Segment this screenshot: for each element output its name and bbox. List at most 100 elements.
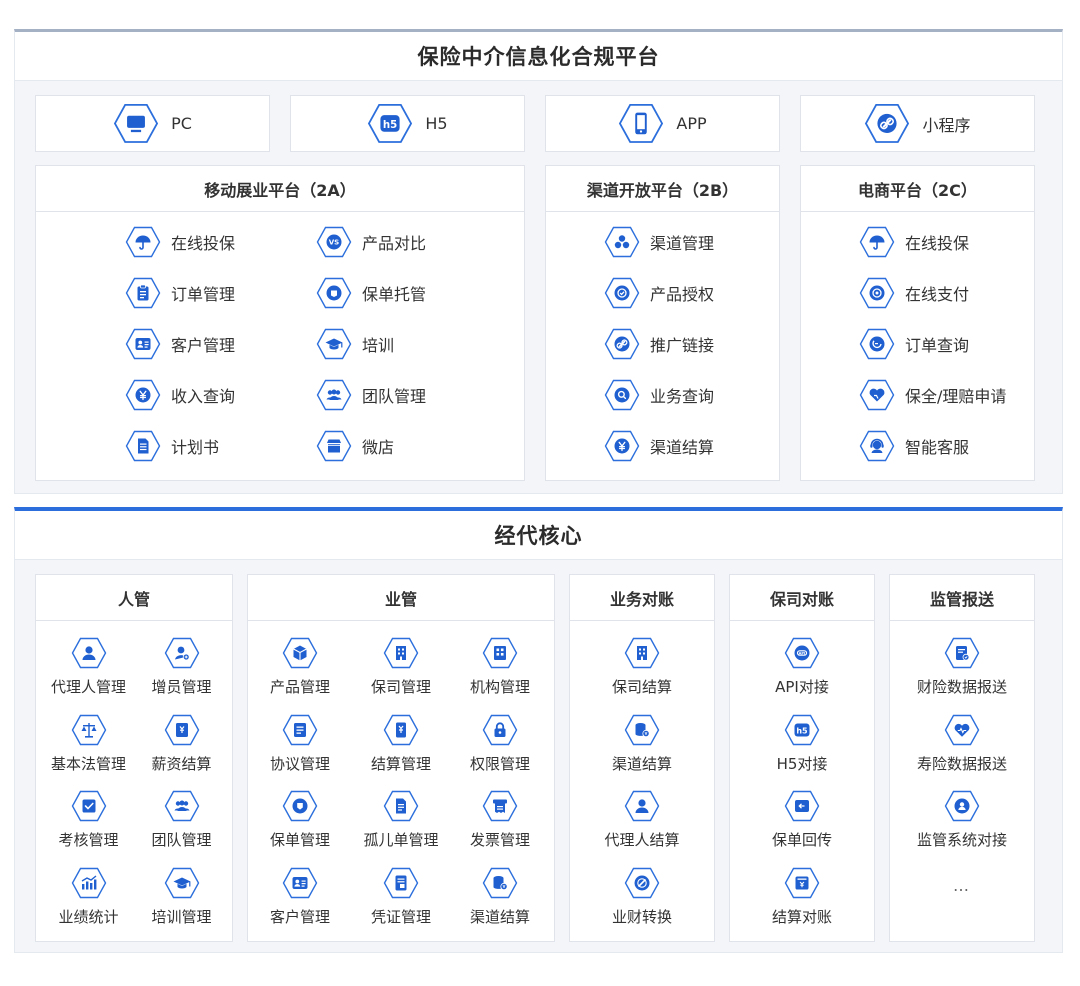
cell-insurer-manage[interactable]: 保司管理 (351, 637, 451, 697)
cell-api-connect[interactable]: API API对接 (730, 637, 874, 697)
cluster-icon (604, 226, 640, 258)
entry-label: PC (171, 114, 192, 133)
item-online-pay[interactable]: 在线支付 (859, 277, 969, 309)
yen-icon (604, 430, 640, 462)
panel-insurer-reconcile: 保司对账 API API对接 h5 H5对接 保单回传 结算对账 (729, 574, 875, 942)
cell-invoice-manage[interactable]: 发票管理 (450, 790, 550, 850)
cell-life-data-report[interactable]: 寿险数据报送 (890, 714, 1034, 774)
item-smart-service[interactable]: 智能客服 (859, 430, 969, 462)
umbrella-icon (859, 226, 895, 258)
item-claim-apply[interactable]: 保全/理赔申请 (859, 379, 1006, 411)
policy-icon (316, 277, 352, 309)
chart-icon (71, 867, 107, 899)
person-icon (71, 637, 107, 669)
item-policy-custody[interactable]: 保单托管 (316, 277, 426, 309)
cell-agent-manage[interactable]: 代理人管理 (40, 637, 137, 697)
cell-product-manage[interactable]: 产品管理 (250, 637, 350, 697)
database-icon (482, 867, 518, 899)
entry-label: H5 (425, 114, 448, 133)
entry-pc[interactable]: PC (35, 95, 270, 152)
cell-voucher-manage[interactable]: 凭证管理 (351, 867, 451, 927)
cell-channel-settle[interactable]: 渠道结算 (450, 867, 550, 927)
building-icon (383, 637, 419, 669)
cell-basic-law[interactable]: 基本法管理 (40, 714, 137, 774)
graduation-icon (164, 867, 200, 899)
agreement-icon (282, 714, 318, 746)
core-title: 经代核心 (15, 511, 1062, 560)
cell-assessment[interactable]: 考核管理 (40, 790, 137, 850)
cell-orphan-policy[interactable]: 孤儿单管理 (351, 790, 451, 850)
store-icon (316, 430, 352, 462)
order-search-icon (859, 328, 895, 360)
cell-permission-manage[interactable]: 权限管理 (450, 714, 550, 774)
panel-personnel: 人管 代理人管理 增员管理 基本法管理 薪资结算 考核管理 团队管理 业绩统计 … (35, 574, 233, 942)
cell-channel-settle[interactable]: 渠道结算 (570, 714, 714, 774)
cell-salary-settle[interactable]: 薪资结算 (133, 714, 230, 774)
file-icon (383, 790, 419, 822)
person-add-icon (164, 637, 200, 669)
entry-h5[interactable]: h5 H5 (290, 95, 525, 152)
invoice-icon (482, 790, 518, 822)
platform-title: 保险中介信息化合规平台 (15, 32, 1062, 81)
item-online-insure[interactable]: 在线投保 (859, 226, 969, 258)
panel-regulatory-report: 监管报送 财险数据报送 寿险数据报送 监管系统对接 … (889, 574, 1035, 942)
report-icon (944, 637, 980, 669)
panel-business-reconcile: 业务对账 保司结算 渠道结算 代理人结算 业财转换 (569, 574, 715, 942)
cell-insurer-settle[interactable]: 保司结算 (570, 637, 714, 697)
cell-org-manage[interactable]: 机构管理 (450, 637, 550, 697)
return-icon (784, 790, 820, 822)
item-order-query[interactable]: 订单查询 (859, 328, 969, 360)
item-micro-store[interactable]: 微店 (316, 430, 394, 462)
document-icon (125, 430, 161, 462)
item-income-query[interactable]: 收入查询 (125, 379, 235, 411)
cell-settle-reconcile[interactable]: 结算对账 (730, 867, 874, 927)
item-customer-manage[interactable]: 客户管理 (125, 328, 235, 360)
cell-pc-data-report[interactable]: 财险数据报送 (890, 637, 1034, 697)
cube-icon (282, 637, 318, 669)
cell-agreement-manage[interactable]: 协议管理 (250, 714, 350, 774)
checklist-icon (71, 790, 107, 822)
cell-regulatory-connect[interactable]: 监管系统对接 (890, 790, 1034, 850)
cell-h5-connect[interactable]: h5 H5对接 (730, 714, 874, 774)
panel-title: 监管报送 (890, 575, 1034, 621)
yen-icon (125, 379, 161, 411)
item-training[interactable]: 培训 (316, 328, 394, 360)
lock-icon (482, 714, 518, 746)
item-product-auth[interactable]: 产品授权 (604, 277, 714, 309)
panel-title: 业务对账 (570, 575, 714, 621)
cell-recruit-manage[interactable]: 增员管理 (133, 637, 230, 697)
umbrella-icon (125, 226, 161, 258)
contact-icon (282, 867, 318, 899)
item-channel-manage[interactable]: 渠道管理 (604, 226, 714, 258)
item-business-query[interactable]: 业务查询 (604, 379, 714, 411)
item-channel-settle[interactable]: 渠道结算 (604, 430, 714, 462)
cell-policy-manage[interactable]: 保单管理 (250, 790, 350, 850)
convert-icon (624, 867, 660, 899)
cell-policy-return[interactable]: 保单回传 (730, 790, 874, 850)
item-proposal[interactable]: 计划书 (125, 430, 219, 462)
item-promo-link[interactable]: 推广链接 (604, 328, 714, 360)
entry-app[interactable]: APP (545, 95, 780, 152)
service-icon (859, 430, 895, 462)
contact-icon (125, 328, 161, 360)
cell-agent-settle[interactable]: 代理人结算 (570, 790, 714, 850)
panel-title: 保司对账 (730, 575, 874, 621)
cell-training-manage[interactable]: 培训管理 (133, 867, 230, 927)
item-product-compare[interactable]: VS 产品对比 (316, 226, 426, 258)
item-team-manage[interactable]: 团队管理 (316, 379, 426, 411)
entry-mini-program[interactable]: 小程序 (800, 95, 1035, 152)
settlement-icon (383, 714, 419, 746)
cell-settlement-manage[interactable]: 结算管理 (351, 714, 451, 774)
cell-team-manage[interactable]: 团队管理 (133, 790, 230, 850)
h5-icon: h5 (784, 714, 820, 746)
item-order-manage[interactable]: 订单管理 (125, 277, 235, 309)
cell-performance[interactable]: 业绩统计 (40, 867, 137, 927)
office-icon (482, 637, 518, 669)
cell-finance-convert[interactable]: 业财转换 (570, 867, 714, 927)
item-online-insure[interactable]: 在线投保 (125, 226, 235, 258)
more-ellipsis: … (953, 876, 970, 895)
svg-text:h5: h5 (796, 726, 808, 735)
phone-icon (618, 103, 664, 144)
check-circle-icon (604, 277, 640, 309)
cell-customer-manage[interactable]: 客户管理 (250, 867, 350, 927)
